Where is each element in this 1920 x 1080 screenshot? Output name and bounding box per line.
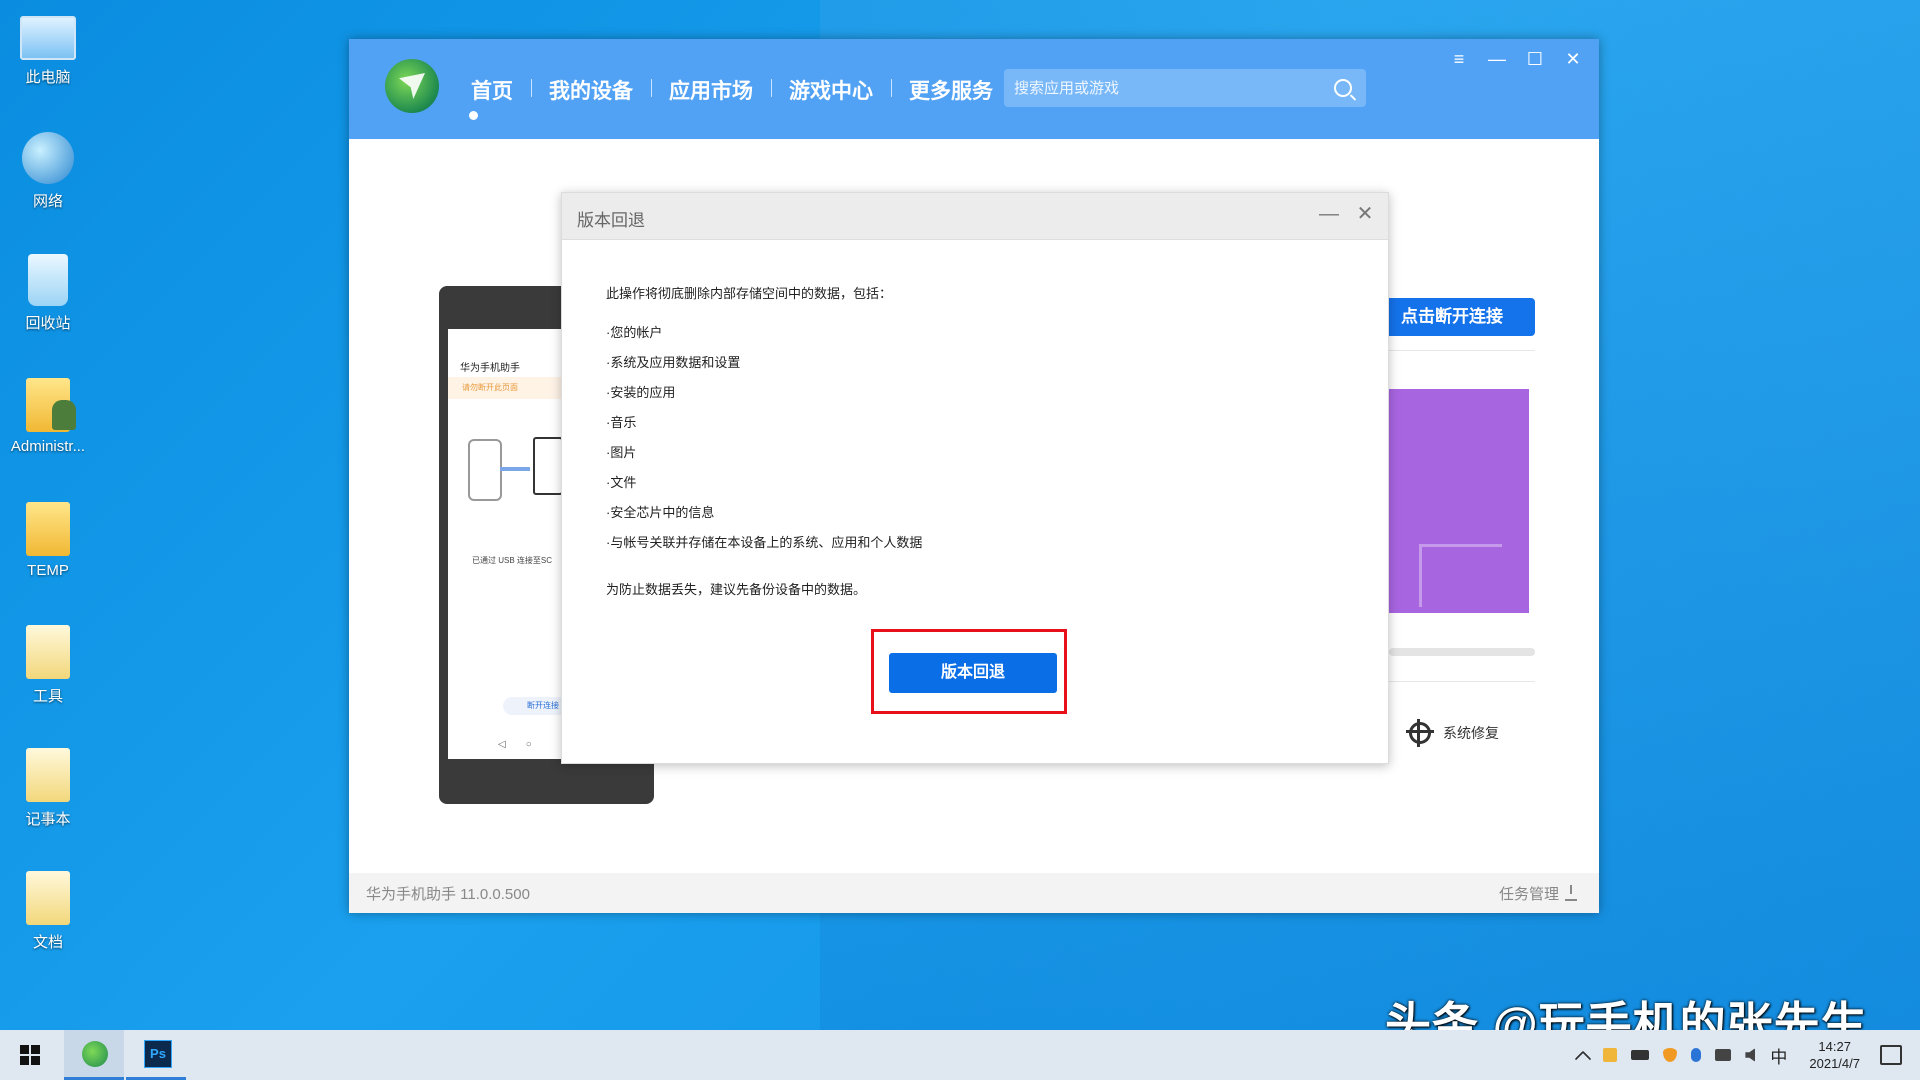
system-repair-button[interactable]: 系统修复 bbox=[1406, 719, 1499, 747]
usb-link-illustration bbox=[500, 467, 530, 471]
desktop-icon-administrator[interactable]: Administr... bbox=[4, 378, 92, 455]
system-tray: 中 14:27 2021/4/7 bbox=[1570, 1030, 1920, 1080]
network-icon bbox=[22, 132, 74, 184]
dialog-controls: — ✕ bbox=[1318, 203, 1376, 225]
user-folder-icon bbox=[26, 378, 76, 432]
maximize-icon[interactable]: ☐ bbox=[1525, 49, 1545, 69]
close-icon[interactable]: ✕ bbox=[1563, 49, 1583, 69]
storage-progress-bar bbox=[1389, 648, 1535, 656]
nav-my-devices[interactable]: 我的设备 bbox=[531, 75, 651, 105]
dialog-message: 此操作将彻底删除内部存储空间中的数据，包括： ·您的帐户 ·系统及应用数据和设置… bbox=[606, 283, 922, 598]
version-label: 华为手机助手 11.0.0.500 bbox=[366, 885, 530, 903]
active-nav-indicator bbox=[469, 111, 478, 120]
show-hidden-icons-chevron-icon[interactable] bbox=[1574, 1050, 1592, 1068]
dialog-advice: 为防止数据丢失，建议先备份设备中的数据。 bbox=[606, 582, 867, 597]
security-shield-icon[interactable] bbox=[1663, 1048, 1678, 1062]
clock[interactable]: 14:27 2021/4/7 bbox=[1809, 1038, 1860, 1072]
dialog-list-item: ·安装的应用 bbox=[606, 385, 676, 400]
recycle-bin-icon bbox=[28, 254, 68, 306]
dialog-list-item: ·您的帐户 bbox=[606, 325, 663, 340]
desktop-icon-label: 工具 bbox=[32, 688, 63, 705]
gear-icon bbox=[1406, 719, 1434, 747]
app-footer: 华为手机助手 11.0.0.500 任务管理 bbox=[349, 873, 1599, 913]
desktop-icon-label: 此电脑 bbox=[25, 69, 71, 86]
nav-game-center[interactable]: 游戏中心 bbox=[771, 75, 891, 105]
notification-center-icon[interactable] bbox=[1880, 1045, 1902, 1065]
task-manager-button[interactable]: 任务管理 bbox=[1499, 883, 1599, 904]
taskbar-photoshop[interactable]: Ps bbox=[126, 1030, 186, 1080]
taskbar-hisuite[interactable] bbox=[64, 1030, 124, 1080]
huawei-hisuite-icon bbox=[82, 1041, 108, 1067]
dialog-title: 版本回退 bbox=[577, 211, 645, 230]
hisuite-logo-icon bbox=[385, 59, 439, 113]
search-input[interactable] bbox=[1004, 78, 1334, 98]
desktop-icon-label: 网络 bbox=[32, 193, 63, 210]
desktop-icon-label: 记事本 bbox=[25, 811, 71, 828]
dialog-list-item: ·与帐号关联并存储在本设备上的系统、应用和个人数据 bbox=[606, 535, 923, 550]
promo-card[interactable] bbox=[1389, 389, 1529, 613]
nav-home[interactable]: 首页 bbox=[453, 75, 531, 105]
dialog-minimize-icon[interactable]: — bbox=[1318, 203, 1340, 225]
folder-tray-icon[interactable] bbox=[1603, 1048, 1618, 1062]
battery-icon[interactable] bbox=[1631, 1050, 1650, 1060]
search-box bbox=[1004, 69, 1366, 107]
desktop-icon-label: Administr... bbox=[10, 438, 86, 455]
photoshop-icon: Ps bbox=[144, 1040, 172, 1068]
documents-folder-icon bbox=[26, 871, 70, 925]
version-rollback-button[interactable]: 版本回退 bbox=[889, 653, 1057, 693]
phone-illustration bbox=[468, 439, 502, 501]
desktop-icon-tools[interactable]: 工具 bbox=[4, 625, 92, 706]
volume-icon[interactable] bbox=[1745, 1048, 1756, 1062]
folder-icon bbox=[26, 625, 70, 679]
desktop-icon-notepad[interactable]: 记事本 bbox=[4, 748, 92, 829]
desktop-icon-label: 回收站 bbox=[25, 315, 71, 332]
clock-date: 2021/4/7 bbox=[1809, 1056, 1860, 1071]
app-header: 首页 我的设备 应用市场 游戏中心 更多服务 ≡ — ☐ ✕ bbox=[349, 39, 1599, 139]
computer-icon bbox=[20, 16, 76, 60]
minimize-icon[interactable]: — bbox=[1487, 49, 1507, 69]
dialog-list-item: ·图片 bbox=[606, 445, 637, 460]
clock-time: 14:27 bbox=[1818, 1039, 1851, 1054]
windows-start-icon[interactable] bbox=[10, 1040, 52, 1070]
window-controls: ≡ — ☐ ✕ bbox=[1449, 49, 1583, 69]
divider bbox=[1389, 681, 1535, 682]
task-manager-label: 任务管理 bbox=[1498, 885, 1559, 903]
desktop-icon-label: TEMP bbox=[27, 562, 69, 579]
nav-app-market[interactable]: 应用市场 bbox=[651, 75, 771, 105]
download-icon bbox=[1565, 885, 1577, 901]
phone-usb-status: 已通过 USB 连接至SC bbox=[472, 556, 553, 565]
desktop-icon-temp[interactable]: TEMP bbox=[4, 502, 92, 579]
phone-app-title: 华为手机助手 bbox=[460, 363, 520, 374]
rollback-dialog: 版本回退 — ✕ 此操作将彻底删除内部存储空间中的数据，包括： ·您的帐户 ·系… bbox=[561, 192, 1389, 764]
dialog-intro: 此操作将彻底删除内部存储空间中的数据，包括： bbox=[606, 286, 893, 301]
disconnect-button[interactable]: 点击断开连接 bbox=[1369, 298, 1535, 336]
desktop-icon-this-pc[interactable]: 此电脑 bbox=[4, 10, 92, 87]
dialog-close-icon[interactable]: ✕ bbox=[1354, 203, 1376, 225]
dialog-list-item: ·系统及应用数据和设置 bbox=[606, 355, 741, 370]
input-method-indicator[interactable]: 中 bbox=[1770, 1043, 1787, 1068]
desktop-icon-network[interactable]: 网络 bbox=[4, 132, 92, 211]
nav-more-services[interactable]: 更多服务 bbox=[891, 75, 1011, 105]
dialog-list-item: ·音乐 bbox=[606, 415, 637, 430]
menu-icon[interactable]: ≡ bbox=[1449, 49, 1469, 69]
main-nav: 首页 我的设备 应用市场 游戏中心 更多服务 bbox=[453, 75, 1012, 105]
pc-illustration bbox=[533, 437, 563, 495]
desktop-icon-recycle-bin[interactable]: 回收站 bbox=[4, 254, 92, 333]
network-status-icon[interactable] bbox=[1715, 1049, 1732, 1061]
dialog-titlebar: 版本回退 — ✕ bbox=[562, 193, 1388, 240]
phone-nav-bar: ◁○ bbox=[498, 739, 552, 750]
folder-icon bbox=[26, 748, 70, 802]
bluetooth-icon[interactable] bbox=[1691, 1048, 1702, 1062]
desktop-icon-documents[interactable]: 文档 bbox=[4, 871, 92, 952]
system-repair-label: 系统修复 bbox=[1443, 725, 1499, 741]
dialog-list-item: ·安全芯片中的信息 bbox=[606, 505, 715, 520]
desktop-icon-label: 文档 bbox=[32, 934, 63, 951]
search-icon[interactable] bbox=[1334, 79, 1352, 97]
taskbar: Ps 中 14:27 2021/4/7 bbox=[0, 1030, 1920, 1080]
folder-icon bbox=[26, 502, 70, 556]
dialog-list-item: ·文件 bbox=[606, 475, 637, 490]
divider bbox=[1389, 350, 1535, 351]
